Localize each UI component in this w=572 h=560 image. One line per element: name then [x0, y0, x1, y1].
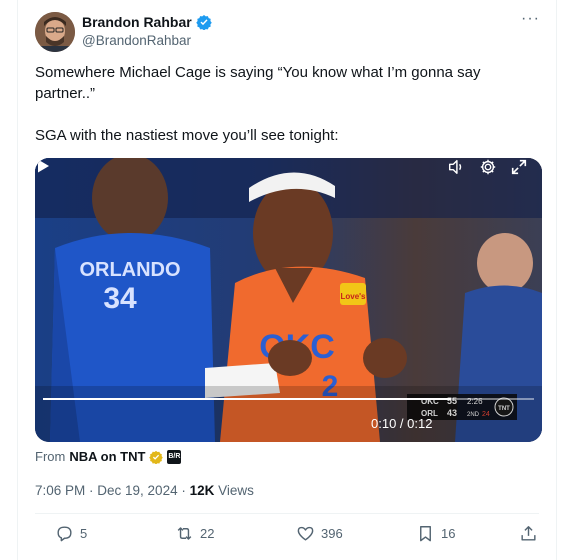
video-source: From NBA on TNT B/R — [35, 449, 182, 464]
tweet-timestamp[interactable]: 7:06 PM · Dec 19, 2024 · — [35, 483, 190, 498]
verified-badge-icon — [195, 15, 212, 30]
tweet-card: Brandon Rahbar @BrandonRahbar ··· Somewh… — [17, 0, 557, 560]
bookmark-button[interactable]: 16 — [416, 524, 455, 543]
video-progress-fill — [43, 398, 451, 400]
heart-icon — [297, 526, 314, 541]
author-name[interactable]: Brandon Rahbar — [82, 14, 192, 30]
more-options-icon[interactable]: ··· — [521, 10, 540, 28]
reply-button[interactable]: 5 — [55, 524, 87, 543]
video-time: 0:10 / 0:12 — [371, 416, 433, 431]
jersey-patch: Love's — [340, 292, 366, 301]
affiliate-badge-icon[interactable]: B/R — [167, 449, 182, 464]
share-button[interactable] — [519, 524, 538, 543]
bookmark-icon — [420, 526, 431, 542]
jersey-left-text: ORLANDO — [79, 259, 180, 281]
gold-verified-badge-icon — [149, 450, 164, 464]
author-name-row: Brandon Rahbar — [82, 14, 212, 30]
tweet-line-1: Somewhere Michael Cage is saying “You kn… — [35, 64, 481, 102]
video-player[interactable]: ORLANDO 34 OKC 2 Love's OKC 55 ORL 43 2:… — [35, 158, 542, 442]
views-label: Views — [214, 483, 254, 498]
bookmark-count: 16 — [441, 526, 456, 541]
volume-icon[interactable] — [447, 158, 465, 176]
jersey-left-number: 34 — [103, 282, 137, 315]
reply-icon — [57, 526, 72, 542]
play-icon[interactable] — [35, 158, 51, 174]
repost-icon — [177, 527, 192, 540]
settings-gear-icon[interactable] — [479, 158, 497, 176]
tweet-text: Somewhere Michael Cage is saying “You kn… — [35, 62, 535, 146]
source-prefix: From — [35, 449, 66, 464]
tweet-meta: 7:06 PM · Dec 19, 2024 · 12K Views — [35, 483, 254, 498]
source-name[interactable]: NBA on TNT — [69, 449, 145, 464]
share-icon — [521, 526, 536, 541]
repost-count: 22 — [200, 526, 215, 541]
like-button[interactable]: 396 — [296, 524, 343, 543]
action-bar: 5 22 396 16 — [35, 524, 541, 546]
reply-count: 5 — [80, 526, 88, 541]
views-count: 12K — [189, 483, 215, 498]
divider — [35, 513, 539, 514]
tweet-line-2: SGA with the nastiest move you’ll see to… — [35, 127, 339, 144]
fullscreen-icon[interactable] — [510, 158, 528, 176]
repost-button[interactable]: 22 — [175, 524, 214, 543]
video-progress-bar[interactable] — [43, 398, 534, 400]
author-handle[interactable]: @BrandonRahbar — [82, 33, 191, 48]
like-count: 396 — [321, 526, 343, 541]
avatar[interactable] — [35, 12, 75, 52]
